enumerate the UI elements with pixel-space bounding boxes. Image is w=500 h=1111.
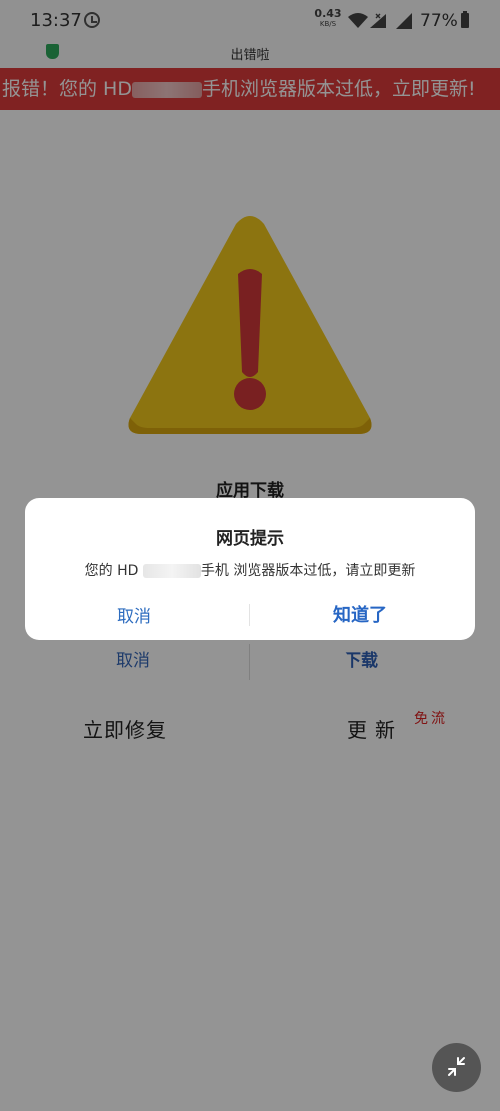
dialog-button-divider — [249, 604, 250, 626]
dialog-cancel-button[interactable]: 取消 — [117, 602, 151, 627]
web-alert-dialog: 网页提示 您的 HD 手机 浏览器版本过低，请立即更新 取消 知道了 — [25, 498, 475, 640]
redacted-text — [142, 564, 201, 578]
dialog-message: 您的 HD 手机 浏览器版本过低，请立即更新 — [25, 560, 475, 580]
collapse-arrows-icon — [448, 1057, 465, 1076]
dialog-title: 网页提示 — [216, 529, 284, 549]
dialog-message-prefix: 您的 HD — [84, 563, 139, 579]
collapse-float-button[interactable] — [432, 1043, 481, 1092]
dialog-message-suffix: 手机 浏览器版本过低，请立即更新 — [200, 563, 416, 579]
dialog-ok-button[interactable]: 知道了 — [333, 601, 387, 627]
